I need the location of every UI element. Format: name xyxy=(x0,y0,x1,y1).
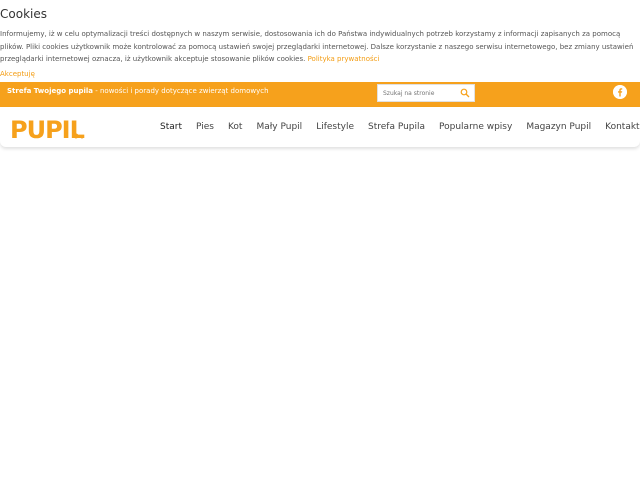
logo-text: PUPIL xyxy=(10,116,85,144)
facebook-icon[interactable] xyxy=(613,85,627,99)
nav-item-popularne-wpisy[interactable]: Popularne wpisy xyxy=(439,122,512,132)
main-menu: Start Pies Kot Mały Pupil Lifestyle Stre… xyxy=(160,107,640,147)
nav-item-strefa-pupila[interactable]: Strefa Pupila xyxy=(368,122,425,132)
main-header: PUPIL Start Pies Kot Mały Pupil Lifestyl… xyxy=(0,107,640,147)
tagline-rest: - nowości i porady dotyczące zwierząt do… xyxy=(93,87,269,95)
cookie-title: Cookies xyxy=(0,7,47,21)
search-icon[interactable] xyxy=(460,88,470,98)
nav-item-lifestyle[interactable]: Lifestyle xyxy=(316,122,354,132)
cookie-text: Informujemy, iż w celu optymalizacji tre… xyxy=(0,28,636,66)
accept-cookies-button[interactable]: Akceptuję xyxy=(0,70,35,78)
privacy-policy-link[interactable]: Polityka prywatności xyxy=(308,55,380,63)
top-bar: Strefa Twojego pupila - nowości i porady… xyxy=(0,82,640,107)
tagline-bold: Strefa Twojego pupila xyxy=(7,87,94,95)
nav-item-magazyn-pupil[interactable]: Magazyn Pupil xyxy=(526,122,591,132)
search-box xyxy=(377,84,475,102)
pupil-logo[interactable]: PUPIL xyxy=(8,112,94,144)
nav-item-kot[interactable]: Kot xyxy=(228,122,243,132)
cookie-banner: Cookies Informujemy, iż w celu optymaliz… xyxy=(0,0,640,82)
nav-item-start[interactable]: Start xyxy=(160,122,182,132)
nav-item-maly-pupil[interactable]: Mały Pupil xyxy=(256,122,302,132)
search-input[interactable] xyxy=(383,88,461,99)
tagline: Strefa Twojego pupila - nowości i porady… xyxy=(7,87,269,95)
nav-item-pies[interactable]: Pies xyxy=(196,122,214,132)
nav-item-kontakt[interactable]: Kontakt xyxy=(605,122,639,132)
